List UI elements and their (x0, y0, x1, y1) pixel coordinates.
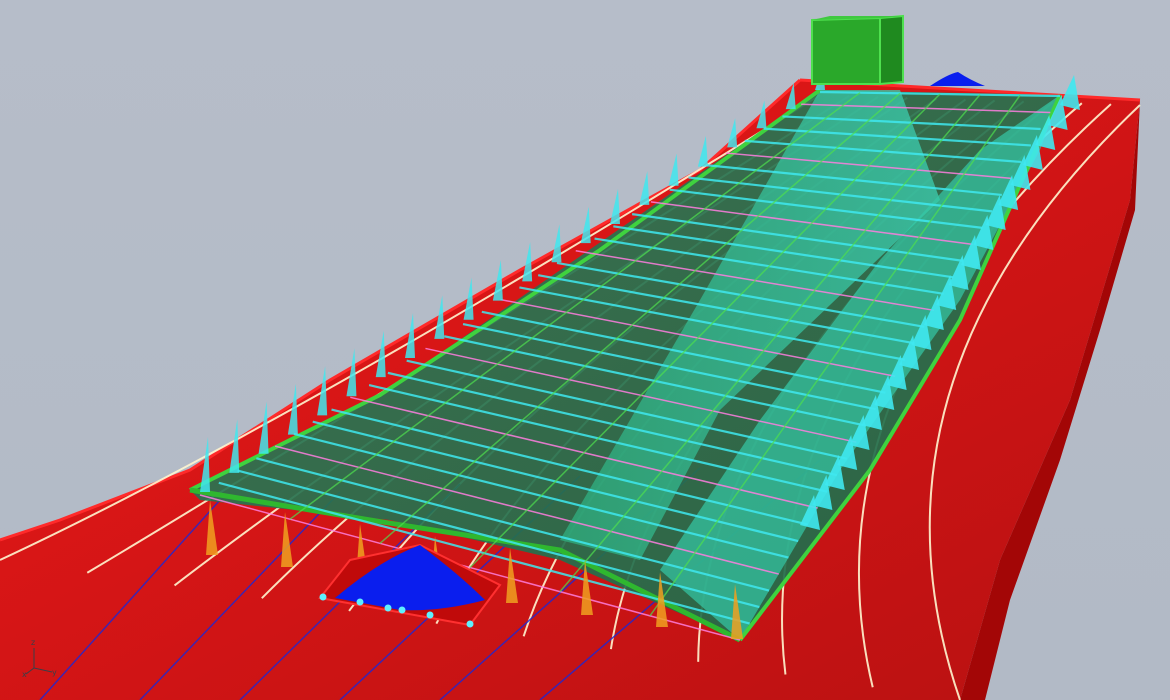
coaming-bracket (522, 242, 533, 282)
coaming-bracket (697, 135, 708, 167)
axis-label-x: x (22, 670, 27, 679)
load-node (466, 620, 474, 628)
load-node (319, 593, 327, 601)
coaming-bracket (727, 118, 738, 148)
load-patch-far[interactable] (930, 72, 985, 86)
coaming-bracket (610, 189, 620, 224)
axis-triad: z y x (22, 638, 62, 679)
model-viewport[interactable]: z y x (0, 0, 1170, 700)
coaming-bracket (639, 171, 650, 205)
deckhouse-front (811, 16, 881, 85)
load-node (356, 598, 364, 606)
coaming-bracket (551, 224, 562, 263)
axis-label-z: z (31, 638, 36, 647)
coaming-bracket (580, 206, 591, 244)
coaming-bracket (668, 153, 679, 186)
coaming-bracket (463, 277, 474, 320)
load-node (384, 604, 392, 612)
load-node (426, 611, 434, 619)
coaming-bracket (756, 100, 767, 129)
coaming-bracket (492, 259, 503, 301)
deckhouse-side (879, 14, 904, 86)
ship-hull-3d-model[interactable] (0, 0, 1170, 700)
load-cone-far (930, 72, 985, 86)
axis-label-y: y (52, 668, 57, 677)
side-bracket (1060, 75, 1080, 110)
load-node (398, 606, 406, 614)
deckhouse-box[interactable] (811, 14, 904, 86)
